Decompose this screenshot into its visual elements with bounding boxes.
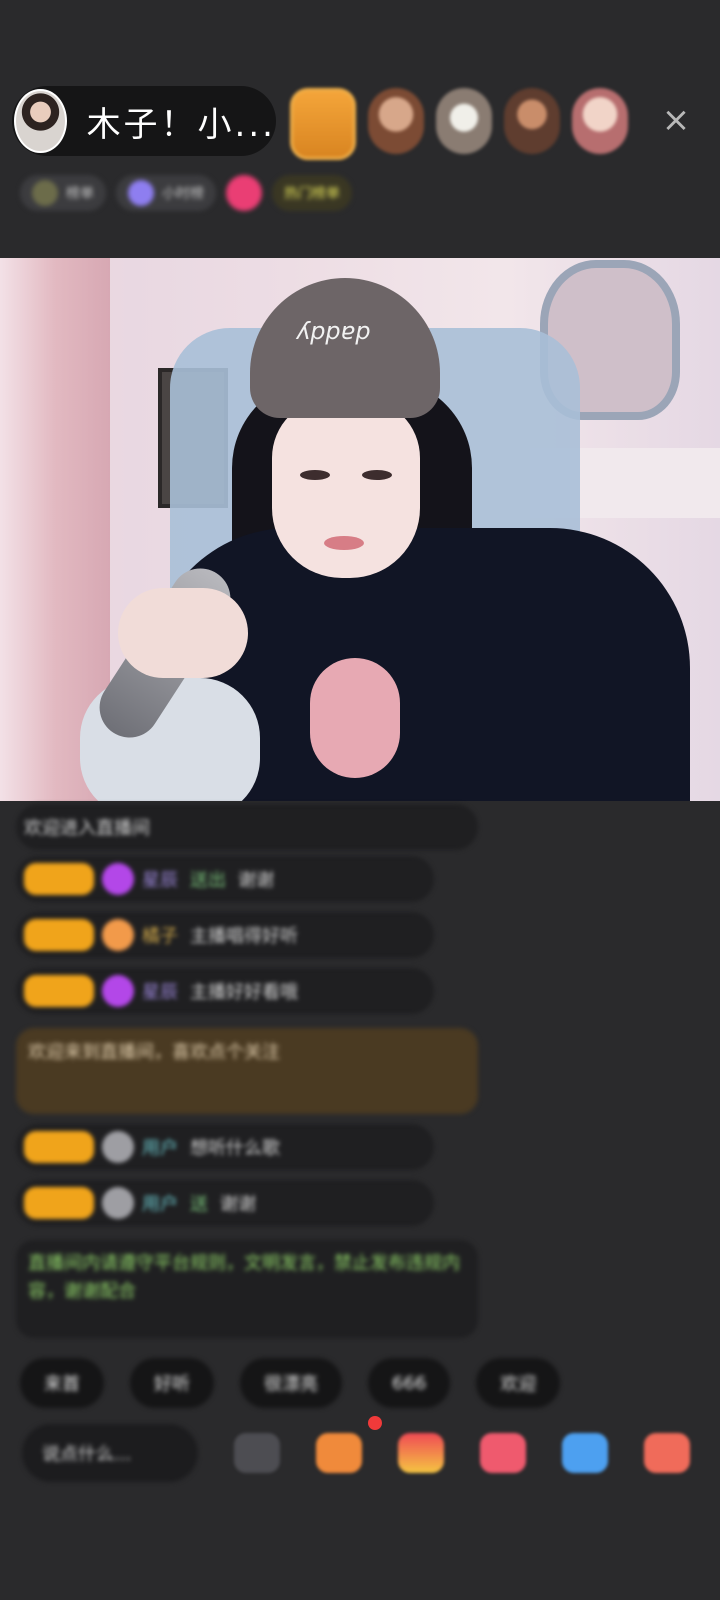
user-name[interactable]: 用户: [142, 1134, 178, 1160]
viewer-avatar[interactable]: [572, 88, 628, 154]
star-icon: [128, 180, 154, 206]
system-notice: 直播间内请遵守平台规则，文明发言，禁止发布违规内容，谢谢配合: [16, 1240, 478, 1338]
user-name[interactable]: 用户: [142, 1190, 178, 1216]
bottom-bar: 说点什么...: [22, 1416, 702, 1484]
user-name[interactable]: 星辰: [142, 978, 178, 1004]
chat-message[interactable]: 星辰 主播好好看哦: [16, 968, 434, 1014]
chip-label: 小时榜: [162, 186, 204, 202]
level-badge: [24, 863, 94, 895]
comment-input[interactable]: 说点什么...: [22, 1424, 198, 1482]
level-badge: [24, 1187, 94, 1219]
cap-logo: daddy: [296, 320, 371, 348]
level-badge: [24, 1131, 94, 1163]
shirt-print: [310, 658, 400, 778]
chip-label: 热门榜单: [284, 186, 340, 202]
chat-message[interactable]: 星辰 送出 谢谢: [16, 856, 434, 902]
quick-reply-button[interactable]: 666: [368, 1358, 451, 1408]
top-viewers: [290, 88, 628, 160]
viewer-avatar[interactable]: [504, 88, 560, 154]
more-icon[interactable]: [644, 1433, 690, 1473]
host-name: 木子！小...: [86, 104, 276, 145]
hand: [118, 588, 248, 678]
message-extra: 送: [190, 1194, 208, 1215]
highlight-message[interactable]: 欢迎来到直播间，喜欢点个关注: [16, 1028, 478, 1114]
hot-rank-chip[interactable]: 热门榜单: [272, 175, 352, 211]
gift-icon[interactable]: [398, 1433, 444, 1473]
user-name[interactable]: 星辰: [142, 866, 178, 892]
viewer-avatar[interactable]: [368, 88, 424, 154]
chat-message[interactable]: 用户 送 谢谢: [16, 1180, 434, 1226]
message-extra: 送出: [190, 870, 226, 891]
heart-gift-icon[interactable]: [480, 1433, 526, 1473]
user-name[interactable]: 橘子: [142, 922, 178, 948]
streamer-face: [272, 398, 420, 578]
quick-reply-button[interactable]: 很漂亮: [240, 1358, 342, 1408]
fan-icon: [102, 919, 134, 951]
cap: daddy: [250, 278, 440, 418]
quick-reply-button[interactable]: 来首: [20, 1358, 104, 1408]
heart-icon[interactable]: [226, 175, 262, 211]
live-stream-page: 木子！小... × 榜单 小时榜 热门榜单 daddy 欢迎进入直播间 星辰 送…: [0, 0, 720, 1600]
viewer-avatar[interactable]: [436, 88, 492, 154]
lips: [324, 536, 364, 550]
quick-replies: 来首 好听 很漂亮 666 欢迎: [20, 1358, 561, 1408]
eye: [300, 470, 330, 480]
close-icon[interactable]: ×: [660, 103, 692, 137]
trophy-icon: [32, 180, 58, 206]
quick-reply-button[interactable]: 好听: [130, 1358, 214, 1408]
message-text: 主播好好看哦: [190, 982, 298, 1003]
chat-message[interactable]: 橘子 主播唱得好听: [16, 912, 434, 958]
chat-message[interactable]: 用户 想听什么歌: [16, 1124, 434, 1170]
message-text: 谢谢: [238, 870, 274, 891]
message-text: 欢迎来到直播间，喜欢点个关注: [28, 1042, 280, 1063]
level-badge: [24, 975, 94, 1007]
message-text: 欢迎进入直播间: [24, 818, 150, 839]
message-text: 谢谢: [220, 1194, 256, 1215]
user-icon: [102, 1187, 134, 1219]
notice-text: 直播间内请遵守平台规则，文明发言，禁止发布违规内容，谢谢配合: [28, 1253, 460, 1302]
live-video[interactable]: daddy: [0, 258, 720, 801]
chat-message[interactable]: 欢迎进入直播间: [16, 804, 478, 850]
message-text: 主播唱得好听: [190, 926, 298, 947]
quick-reply-button[interactable]: 欢迎: [476, 1358, 561, 1408]
diamond-icon: [102, 975, 134, 1007]
rank-chip[interactable]: 榜单: [20, 175, 106, 211]
chip-label: 榜单: [66, 186, 94, 202]
info-strip: 榜单 小时榜 热门榜单: [20, 170, 688, 216]
share-icon[interactable]: [562, 1433, 608, 1473]
eye: [362, 470, 392, 480]
host-avatar[interactable]: [14, 89, 67, 153]
hour-rank-chip[interactable]: 小时榜: [116, 175, 216, 211]
message-text: 想听什么歌: [190, 1138, 280, 1159]
diamond-icon: [102, 863, 134, 895]
user-icon: [102, 1131, 134, 1163]
viewer-avatar[interactable]: [290, 88, 356, 160]
level-badge: [24, 919, 94, 951]
emoji-icon[interactable]: [234, 1433, 280, 1473]
host-info-pill[interactable]: 木子！小...: [12, 86, 276, 156]
gift-box-icon[interactable]: [316, 1433, 362, 1473]
notification-dot: [368, 1416, 382, 1430]
